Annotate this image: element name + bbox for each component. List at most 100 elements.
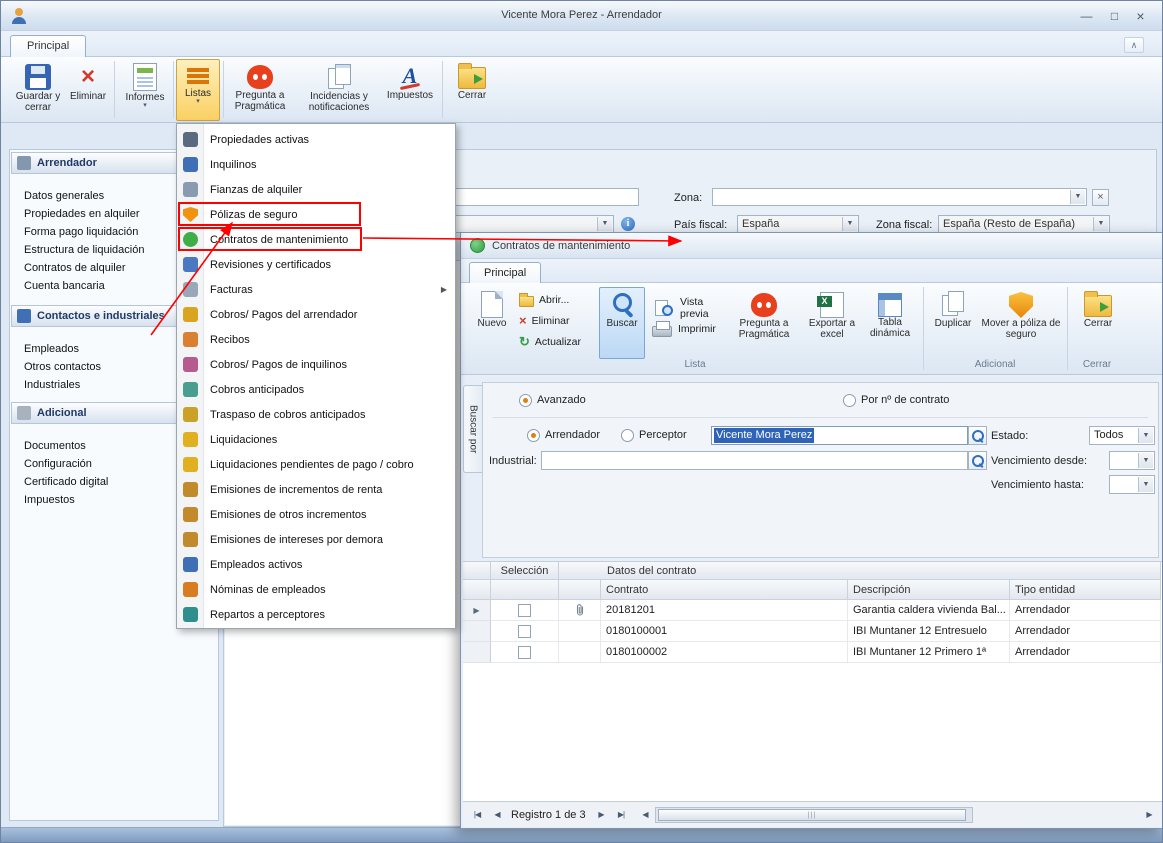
collapse-ribbon-button[interactable]: ∧ bbox=[1124, 37, 1144, 53]
pragmatica-button[interactable]: Pregunta a Pragmática bbox=[227, 59, 293, 121]
table-row[interactable]: 0180100001 IBI Muntaner 12 Entresuelo Ar… bbox=[463, 621, 1163, 642]
delete-record-button[interactable]: × Eliminar bbox=[517, 310, 599, 331]
close-subwindow-button[interactable]: Cerrar bbox=[1073, 287, 1123, 359]
table-row[interactable]: ▶ 20181201 Garantia caldera vivienda Bal… bbox=[463, 600, 1163, 621]
menu-item-traspaso[interactable]: Traspaso de cobros anticipados bbox=[177, 402, 455, 427]
zona-fiscal-combo[interactable]: España (Resto de España) ▼ bbox=[938, 215, 1110, 233]
sidebar-item-propiedades-alquiler[interactable]: Propiedades en alquiler bbox=[24, 206, 140, 222]
menu-item-nominas[interactable]: Nóminas de empleados bbox=[177, 577, 455, 602]
vencimiento-hasta-field[interactable]: ▼ bbox=[1109, 475, 1155, 494]
menu-item-emisiones-otros[interactable]: Emisiones de otros incrementos bbox=[177, 502, 455, 527]
industrial-input[interactable] bbox=[541, 451, 968, 470]
tab-principal[interactable]: Principal bbox=[10, 35, 86, 58]
radio-perceptor[interactable]: Perceptor bbox=[621, 427, 687, 443]
band-seleccion[interactable]: Selección bbox=[491, 562, 559, 580]
sidebar-item-contratos-alquiler[interactable]: Contratos de alquiler bbox=[24, 260, 126, 276]
menu-item-cobros-inquilinos[interactable]: Cobros/ Pagos de inquilinos bbox=[177, 352, 455, 377]
buscar-por-vertical-tab[interactable]: Buscar por bbox=[463, 385, 482, 473]
scrollbar-thumb[interactable]: ||| bbox=[658, 809, 966, 821]
menu-item-facturas[interactable]: Facturas ▶ bbox=[177, 277, 455, 302]
band-datos-contrato[interactable]: Datos del contrato bbox=[559, 562, 1161, 580]
estado-combo[interactable]: Todos ▼ bbox=[1089, 426, 1155, 445]
combo-arrow-icon[interactable]: ▼ bbox=[1138, 477, 1153, 492]
menu-item-liquidaciones[interactable]: Liquidaciones bbox=[177, 427, 455, 452]
nav-first-button[interactable]: |◀ bbox=[467, 807, 487, 823]
sidebar-item-cuenta-bancaria[interactable]: Cuenta bancaria bbox=[24, 278, 105, 294]
minimize-button[interactable]: — bbox=[1073, 7, 1100, 25]
combo-arrow-icon[interactable]: ▼ bbox=[1138, 428, 1153, 443]
nav-next-button[interactable]: ▶ bbox=[591, 807, 611, 823]
column-tipo-entidad[interactable]: Tipo entidad bbox=[1010, 580, 1161, 600]
close-window-button[interactable]: Cerrar bbox=[447, 59, 497, 121]
combo-arrow-icon[interactable]: ▼ bbox=[597, 217, 612, 231]
menu-item-cobros-arrendador[interactable]: Cobros/ Pagos del arrendador bbox=[177, 302, 455, 327]
sidebar-item-datos-generales[interactable]: Datos generales bbox=[24, 188, 104, 204]
scroll-right-button[interactable]: ▶ bbox=[1139, 807, 1159, 823]
arrendador-lookup-button[interactable] bbox=[968, 426, 987, 445]
menu-item-revisiones[interactable]: Revisiones y certificados bbox=[177, 252, 455, 277]
sidebar-item-estructura-liquidacion[interactable]: Estructura de liquidación bbox=[24, 242, 144, 258]
table-row[interactable]: 0180100002 IBI Muntaner 12 Primero 1ª Ar… bbox=[463, 642, 1163, 663]
menu-item-polizas-seguro[interactable]: Pólizas de seguro bbox=[177, 202, 455, 227]
zona-combo[interactable]: ▼ bbox=[712, 188, 1087, 206]
pais-fiscal-combo[interactable]: España ▼ bbox=[737, 215, 859, 233]
menu-item-empleados-activos[interactable]: Empleados activos bbox=[177, 552, 455, 577]
delete-button[interactable]: × Eliminar bbox=[65, 59, 111, 121]
radio-por-numero[interactable]: Por nº de contrato bbox=[843, 392, 949, 408]
sidebar-item-forma-pago[interactable]: Forma pago liquidación bbox=[24, 224, 138, 240]
arrendador-input[interactable]: Vicente Mora Perez bbox=[711, 426, 968, 445]
taxes-button[interactable]: A Impuestos bbox=[381, 59, 439, 121]
reports-button[interactable]: Informes ▾ bbox=[119, 59, 171, 121]
menu-item-propiedades-activas[interactable]: Propiedades activas bbox=[177, 127, 455, 152]
horizontal-scrollbar[interactable]: ||| bbox=[655, 807, 973, 823]
print-button[interactable]: Imprimir bbox=[649, 318, 727, 339]
subwindow-tab-principal[interactable]: Principal bbox=[469, 262, 541, 284]
sidebar-item-certificado[interactable]: Certificado digital bbox=[24, 474, 108, 490]
clear-zona-button[interactable]: × bbox=[1092, 189, 1109, 206]
industrial-lookup-button[interactable] bbox=[968, 451, 987, 470]
new-button[interactable]: Nuevo bbox=[471, 287, 513, 359]
menu-item-emisiones-demora[interactable]: Emisiones de intereses por demora bbox=[177, 527, 455, 552]
menu-item-liquidaciones-pendientes[interactable]: Liquidaciones pendientes de pago / cobro bbox=[177, 452, 455, 477]
radio-avanzado[interactable]: Avanzado bbox=[519, 392, 586, 408]
menu-item-recibos[interactable]: Recibos bbox=[177, 327, 455, 352]
duplicate-button[interactable]: Duplicar bbox=[929, 287, 977, 359]
lists-button[interactable]: Listas ▾ bbox=[176, 59, 220, 121]
combo-arrow-icon[interactable]: ▼ bbox=[1070, 190, 1085, 204]
menu-item-emisiones-renta[interactable]: Emisiones de incrementos de renta bbox=[177, 477, 455, 502]
preview-button[interactable]: Vista previa bbox=[649, 297, 727, 318]
combo-arrow-icon[interactable]: ▼ bbox=[1093, 217, 1108, 231]
sidebar-item-configuracion[interactable]: Configuración bbox=[24, 456, 92, 472]
menu-item-cobros-anticipados[interactable]: Cobros anticipados bbox=[177, 377, 455, 402]
pragmatica-sub-button[interactable]: Pregunta a Pragmática bbox=[731, 287, 797, 359]
sidebar-item-empleados[interactable]: Empleados bbox=[24, 341, 79, 357]
search-button[interactable]: Buscar bbox=[599, 287, 645, 359]
restore-button[interactable]: □ bbox=[1101, 7, 1128, 25]
combo-arrow-icon[interactable]: ▼ bbox=[842, 217, 857, 231]
sidebar-item-industriales[interactable]: Industriales bbox=[24, 377, 80, 393]
menu-item-fianzas[interactable]: Fianzas de alquiler bbox=[177, 177, 455, 202]
menu-item-repartos[interactable]: Repartos a perceptores bbox=[177, 602, 455, 627]
row-checkbox[interactable] bbox=[518, 604, 531, 617]
incidents-button[interactable]: Incidencias y notificaciones bbox=[299, 59, 379, 121]
vencimiento-desde-field[interactable]: ▼ bbox=[1109, 451, 1155, 470]
combo-arrow-icon[interactable]: ▼ bbox=[1138, 453, 1153, 468]
nav-prev-button[interactable]: ◀ bbox=[487, 807, 507, 823]
refresh-button[interactable]: ↻ Actualizar bbox=[517, 331, 599, 352]
column-contrato[interactable]: Contrato bbox=[601, 580, 848, 600]
menu-item-contratos-mantenimiento[interactable]: Contratos de mantenimiento bbox=[177, 227, 455, 252]
sidebar-item-otros-contactos[interactable]: Otros contactos bbox=[24, 359, 101, 375]
close-button[interactable]: × bbox=[1127, 7, 1154, 25]
scroll-left-button[interactable]: ◀ bbox=[635, 807, 655, 823]
sidebar-item-impuestos[interactable]: Impuestos bbox=[24, 492, 75, 508]
row-checkbox[interactable] bbox=[518, 646, 531, 659]
nav-last-button[interactable]: ▶| bbox=[611, 807, 631, 823]
save-close-button[interactable]: Guardar y cerrar bbox=[13, 59, 63, 121]
column-descripcion[interactable]: Descripción bbox=[848, 580, 1010, 600]
pivot-table-button[interactable]: Tabla dinámica bbox=[863, 287, 917, 359]
open-button[interactable]: Abrir... bbox=[517, 289, 599, 310]
radio-arrendador[interactable]: Arrendador bbox=[527, 427, 600, 443]
sidebar-item-documentos[interactable]: Documentos bbox=[24, 438, 86, 454]
move-to-policy-button[interactable]: Mover a póliza de seguro bbox=[979, 287, 1063, 359]
row-checkbox[interactable] bbox=[518, 625, 531, 638]
